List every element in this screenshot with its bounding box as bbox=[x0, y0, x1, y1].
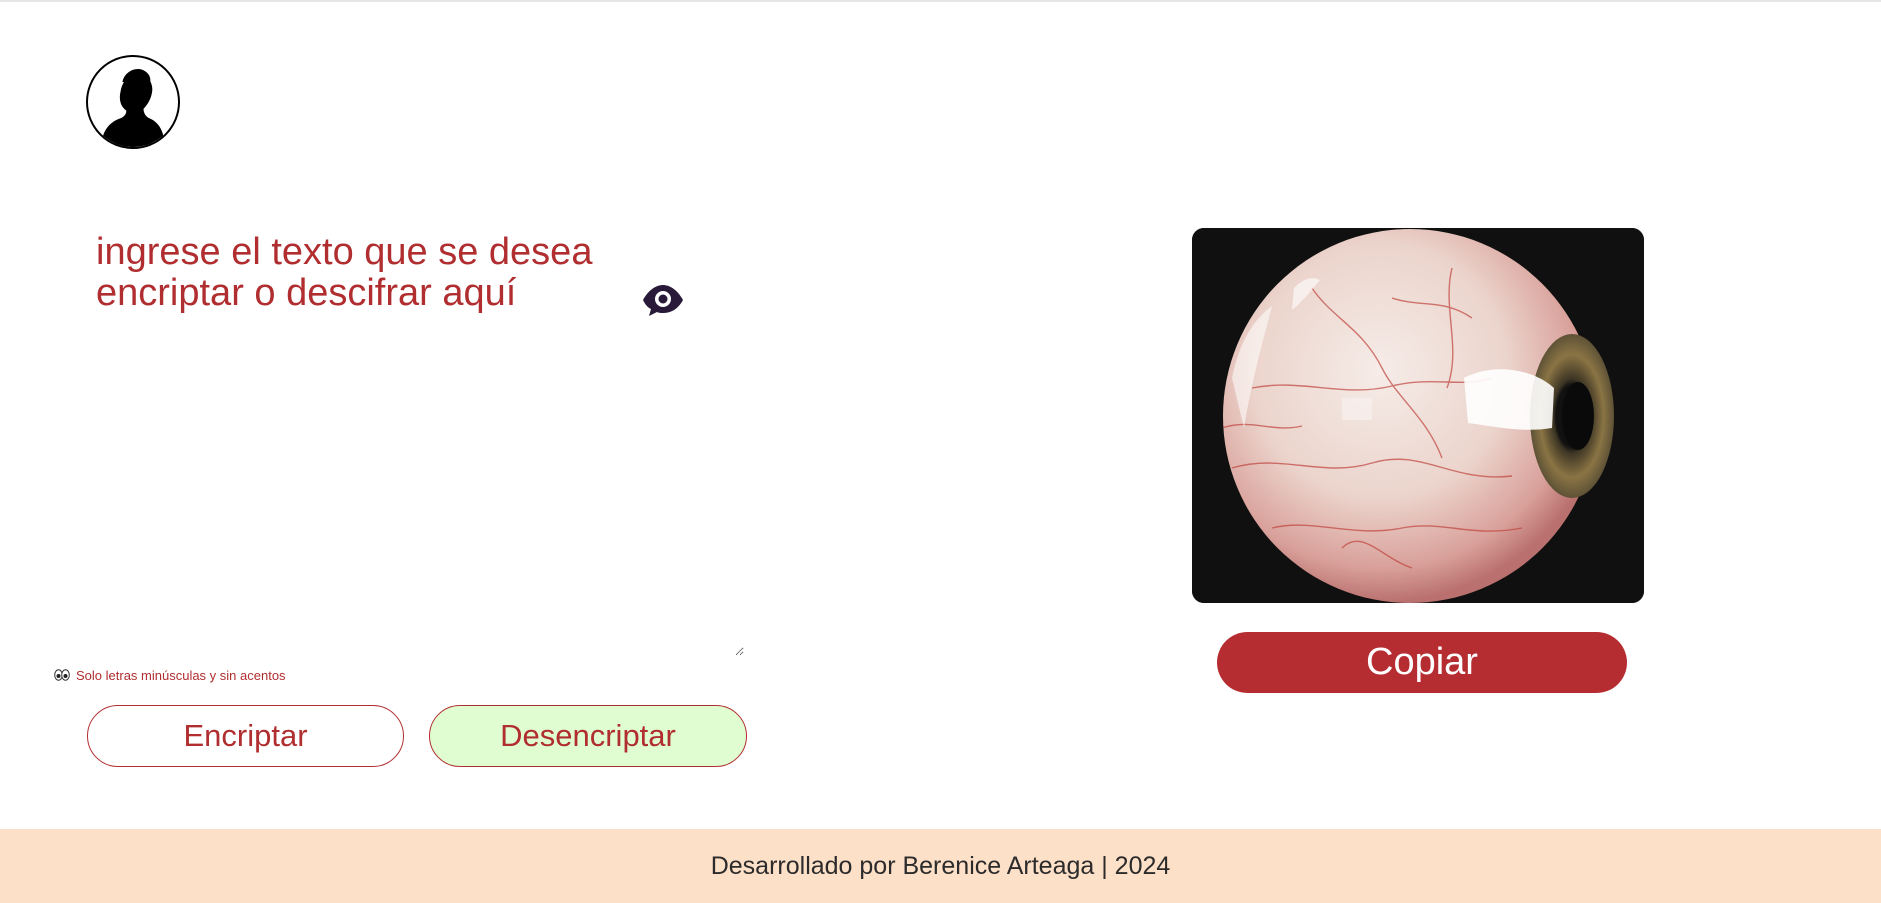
logo bbox=[86, 55, 180, 149]
encrypt-button[interactable]: Encriptar bbox=[87, 705, 404, 767]
hint-text: Solo letras minúsculas y sin acentos bbox=[76, 667, 286, 683]
eyes-icon bbox=[54, 669, 70, 681]
footer-text: Desarrollado por Berenice Arteaga | 2024 bbox=[710, 851, 1171, 880]
eye-icon bbox=[643, 285, 683, 316]
eyeball-image bbox=[1192, 228, 1644, 603]
eyeball-illustration bbox=[1192, 228, 1644, 603]
footer: Desarrollado por Berenice Arteaga | 2024 bbox=[0, 829, 1881, 903]
copy-button[interactable]: Copiar bbox=[1217, 632, 1627, 693]
text-input-area bbox=[96, 232, 838, 885]
hint: Solo letras minúsculas y sin acentos bbox=[54, 665, 286, 685]
silhouette-icon bbox=[101, 69, 165, 147]
page: Solo letras minúsculas y sin acentos Enc… bbox=[0, 0, 1881, 903]
top-divider bbox=[0, 0, 1881, 2]
decrypt-button[interactable]: Desencriptar bbox=[429, 705, 747, 767]
